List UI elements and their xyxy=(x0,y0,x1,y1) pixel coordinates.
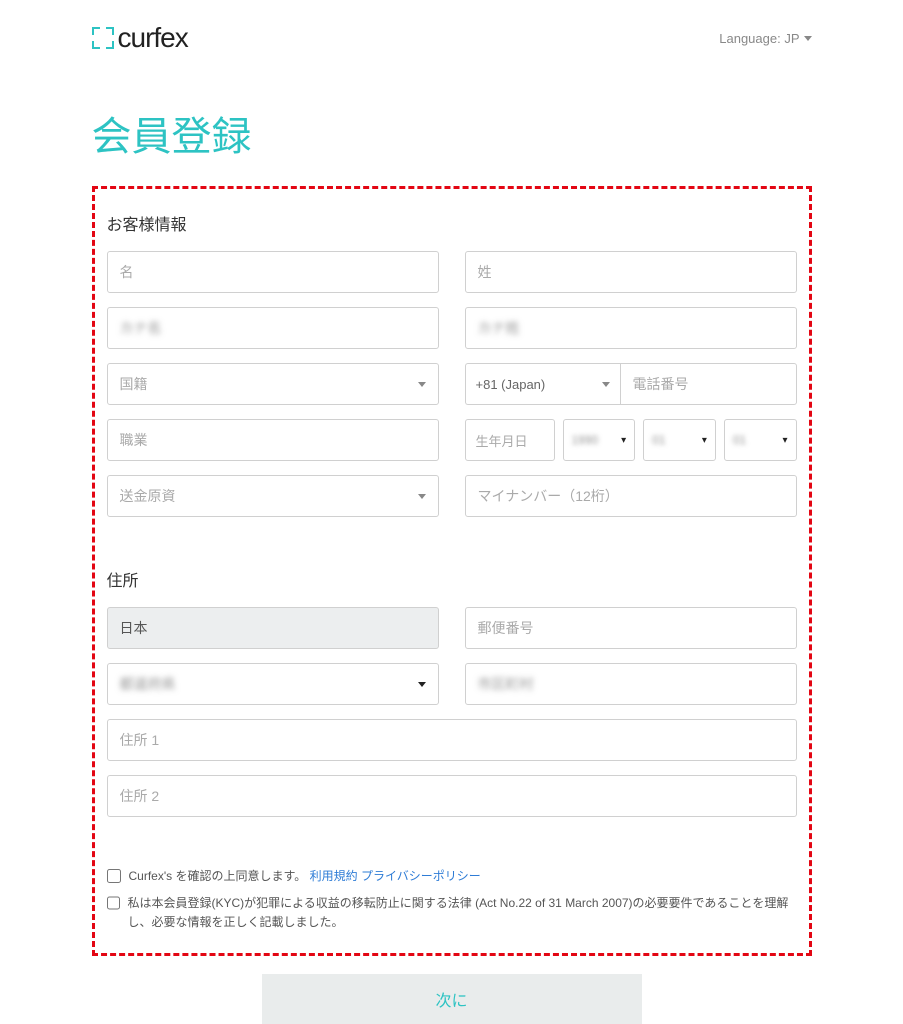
prefecture-value: 都道府県 xyxy=(120,674,176,694)
chevron-down-icon xyxy=(418,382,426,387)
dob-label: 生年月日 xyxy=(465,419,555,461)
chevron-down-icon xyxy=(602,382,610,387)
phone-input[interactable] xyxy=(620,363,797,405)
last-kana-input[interactable]: カナ姓 xyxy=(465,307,797,349)
funds-source-select[interactable]: 送金原資 xyxy=(107,475,439,517)
logo-icon xyxy=(92,27,114,49)
dob-month-select[interactable]: 01▾ xyxy=(643,419,716,461)
terms-text: Curfex's を確認の上同意します。 利用規約 プライバシーポリシー xyxy=(129,867,481,886)
section-customer-info: お客様情報 xyxy=(107,211,797,235)
terms-link[interactable]: 利用規約 xyxy=(310,869,358,883)
first-name-input[interactable] xyxy=(107,251,439,293)
first-kana-input[interactable]: カナ名 xyxy=(107,307,439,349)
registration-form: お客様情報 カナ名 カナ姓 国籍 +81 (Japan) xyxy=(92,186,812,956)
nationality-select[interactable]: 国籍 xyxy=(107,363,439,405)
address2-input[interactable] xyxy=(107,775,797,817)
privacy-link[interactable]: プライバシーポリシー xyxy=(361,869,481,883)
language-selector[interactable]: Language: JP xyxy=(719,31,811,46)
page-title: 会員登録 xyxy=(92,104,812,162)
mynumber-input[interactable] xyxy=(465,475,797,517)
postal-input[interactable] xyxy=(465,607,797,649)
section-address: 住所 xyxy=(107,567,797,591)
language-label: Language: JP xyxy=(719,31,799,46)
address1-input[interactable] xyxy=(107,719,797,761)
kyc-checkbox[interactable] xyxy=(107,896,120,910)
chevron-down-icon xyxy=(418,494,426,499)
kyc-text: 私は本会員登録(KYC)が犯罪による収益の移転防止に関する法律 (Act No.… xyxy=(128,894,797,932)
terms-checkbox[interactable] xyxy=(107,869,121,883)
next-button[interactable]: 次に xyxy=(262,974,642,1024)
chevron-down-icon: ▾ xyxy=(621,435,626,446)
city-input[interactable]: 市区町村 xyxy=(465,663,797,705)
dob-year-select[interactable]: 1990▾ xyxy=(563,419,636,461)
logo-text: curfex xyxy=(118,22,188,54)
phone-prefix-label: +81 (Japan) xyxy=(476,377,546,392)
funds-source-placeholder: 送金原資 xyxy=(120,486,176,506)
phone-country-select[interactable]: +81 (Japan) xyxy=(465,363,620,405)
header: curfex Language: JP xyxy=(92,0,812,64)
last-name-input[interactable] xyxy=(465,251,797,293)
chevron-down-icon xyxy=(418,682,426,687)
chevron-down-icon xyxy=(804,36,812,41)
prefecture-select[interactable]: 都道府県 xyxy=(107,663,439,705)
chevron-down-icon: ▾ xyxy=(782,435,787,446)
chevron-down-icon: ▾ xyxy=(702,435,707,446)
nationality-placeholder: 国籍 xyxy=(120,374,148,394)
dob-day-select[interactable]: 01▾ xyxy=(724,419,797,461)
occupation-input[interactable] xyxy=(107,419,439,461)
country-input: 日本 xyxy=(107,607,439,649)
logo[interactable]: curfex xyxy=(92,22,188,54)
